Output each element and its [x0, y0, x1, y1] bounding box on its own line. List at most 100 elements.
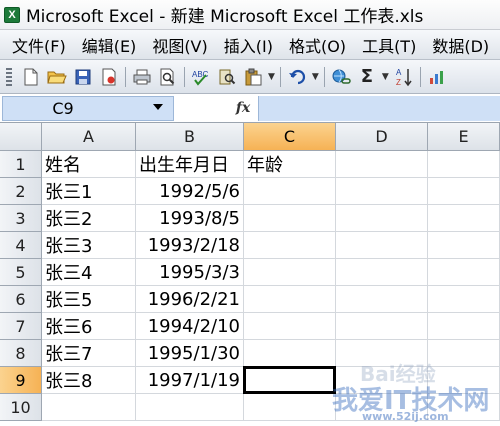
cell-d8[interactable] — [336, 340, 428, 367]
cell-a9[interactable]: 张三8 — [42, 367, 136, 394]
cell-a4[interactable]: 张三3 — [42, 232, 136, 259]
cell-d7[interactable] — [336, 313, 428, 340]
menu-file[interactable]: 文件(F) — [12, 33, 66, 57]
cell-e10[interactable] — [428, 394, 500, 421]
autosum-dropdown-icon[interactable]: ▼ — [382, 72, 389, 82]
cell-c8[interactable] — [244, 340, 336, 367]
cell-d4[interactable] — [336, 232, 428, 259]
cell-b7[interactable]: 1994/2/10 — [136, 313, 244, 340]
cell-c3[interactable] — [244, 205, 336, 232]
column-header-e[interactable]: E — [428, 123, 500, 151]
cell-c7[interactable] — [244, 313, 336, 340]
new-icon[interactable] — [20, 66, 42, 88]
cell-c5[interactable] — [244, 259, 336, 286]
open-icon[interactable] — [46, 66, 68, 88]
cell-e8[interactable] — [428, 340, 500, 367]
undo-dropdown-icon[interactable]: ▼ — [312, 72, 319, 82]
formula-input[interactable] — [258, 95, 500, 121]
cell-d10[interactable] — [336, 394, 428, 421]
cell-e1[interactable] — [428, 151, 500, 178]
row-header-5[interactable]: 5 — [0, 259, 42, 286]
sort-ascending-icon[interactable]: AZ — [393, 66, 415, 88]
select-all-corner[interactable] — [0, 123, 42, 151]
toolbar-separator — [323, 66, 325, 87]
cell-b9[interactable]: 1997/1/19 — [136, 367, 244, 394]
cell-a2[interactable]: 张三1 — [42, 178, 136, 205]
cell-b6[interactable]: 1996/2/21 — [136, 286, 244, 313]
column-header-a[interactable]: A — [42, 123, 136, 151]
paste-dropdown-icon[interactable]: ▼ — [268, 72, 275, 82]
svg-text:ABC: ABC — [192, 70, 209, 79]
print-icon[interactable] — [131, 66, 153, 88]
cell-c10[interactable] — [244, 394, 336, 421]
menu-bar: 文件(F) 编辑(E) 视图(V) 插入(I) 格式(O) 工具(T) 数据(D… — [0, 30, 500, 60]
cell-b8[interactable]: 1995/1/30 — [136, 340, 244, 367]
cell-d5[interactable] — [336, 259, 428, 286]
insert-function-button[interactable]: fx — [228, 96, 258, 121]
column-header-c[interactable]: C — [244, 123, 336, 151]
cell-b3[interactable]: 1993/8/5 — [136, 205, 244, 232]
cell-e7[interactable] — [428, 313, 500, 340]
menu-tools[interactable]: 工具(T) — [362, 33, 416, 57]
cell-a8[interactable]: 张三7 — [42, 340, 136, 367]
row-header-8[interactable]: 8 — [0, 340, 42, 367]
cell-d2[interactable] — [336, 178, 428, 205]
hyperlink-icon[interactable] — [330, 66, 352, 88]
cell-c9[interactable] — [244, 367, 336, 394]
window-title: Microsoft Excel - 新建 Microsoft Excel 工作表… — [26, 7, 424, 27]
row-header-2[interactable]: 2 — [0, 178, 42, 205]
cell-a3[interactable]: 张三2 — [42, 205, 136, 232]
save-icon[interactable] — [72, 66, 94, 88]
cell-a6[interactable]: 张三5 — [42, 286, 136, 313]
cell-c6[interactable] — [244, 286, 336, 313]
menu-edit[interactable]: 编辑(E) — [82, 33, 137, 57]
cell-a5[interactable]: 张三4 — [42, 259, 136, 286]
cell-b10[interactable] — [136, 394, 244, 421]
chart-wizard-icon[interactable] — [426, 66, 448, 88]
column-header-b[interactable]: B — [136, 123, 244, 151]
cell-b1[interactable]: 出生年月日 — [136, 151, 244, 178]
row-header-10[interactable]: 10 — [0, 394, 42, 421]
cell-d9[interactable] — [336, 367, 428, 394]
row-header-1[interactable]: 1 — [0, 151, 42, 178]
cell-c1[interactable]: 年龄 — [244, 151, 336, 178]
row-header-3[interactable]: 3 — [0, 205, 42, 232]
cell-e5[interactable] — [428, 259, 500, 286]
permission-icon[interactable] — [98, 66, 120, 88]
cell-d6[interactable] — [336, 286, 428, 313]
cell-b5[interactable]: 1995/3/3 — [136, 259, 244, 286]
row-header-9[interactable]: 9 — [0, 367, 42, 394]
row-header-7[interactable]: 7 — [0, 313, 42, 340]
menu-insert[interactable]: 插入(I) — [224, 33, 273, 57]
column-header-d[interactable]: D — [336, 123, 428, 151]
cell-c4[interactable] — [244, 232, 336, 259]
spelling-icon[interactable]: ABC — [190, 66, 212, 88]
name-box[interactable]: C9 — [2, 95, 174, 121]
cell-a10[interactable] — [42, 394, 136, 421]
menu-data[interactable]: 数据(D) — [432, 33, 489, 57]
cell-b2[interactable]: 1992/5/6 — [136, 178, 244, 205]
cell-e2[interactable] — [428, 178, 500, 205]
name-box-dropdown-icon[interactable] — [153, 103, 163, 110]
row-header-6[interactable]: 6 — [0, 286, 42, 313]
cell-e6[interactable] — [428, 286, 500, 313]
cell-a7[interactable]: 张三6 — [42, 313, 136, 340]
menu-format[interactable]: 格式(O) — [289, 33, 346, 57]
cell-a1[interactable]: 姓名 — [42, 151, 136, 178]
cell-c2[interactable] — [244, 178, 336, 205]
autosum-icon[interactable]: Σ — [356, 66, 378, 88]
toolbar-grip[interactable] — [6, 67, 12, 86]
toolbar-separator — [419, 66, 421, 87]
menu-view[interactable]: 视图(V) — [152, 33, 207, 57]
paste-icon[interactable] — [242, 66, 264, 88]
cell-e9[interactable] — [428, 367, 500, 394]
cell-e4[interactable] — [428, 232, 500, 259]
cell-d3[interactable] — [336, 205, 428, 232]
cell-d1[interactable] — [336, 151, 428, 178]
print-preview-icon[interactable] — [157, 66, 179, 88]
research-icon[interactable] — [216, 66, 238, 88]
undo-icon[interactable] — [286, 66, 308, 88]
cell-e3[interactable] — [428, 205, 500, 232]
cell-b4[interactable]: 1993/2/18 — [136, 232, 244, 259]
row-header-4[interactable]: 4 — [0, 232, 42, 259]
